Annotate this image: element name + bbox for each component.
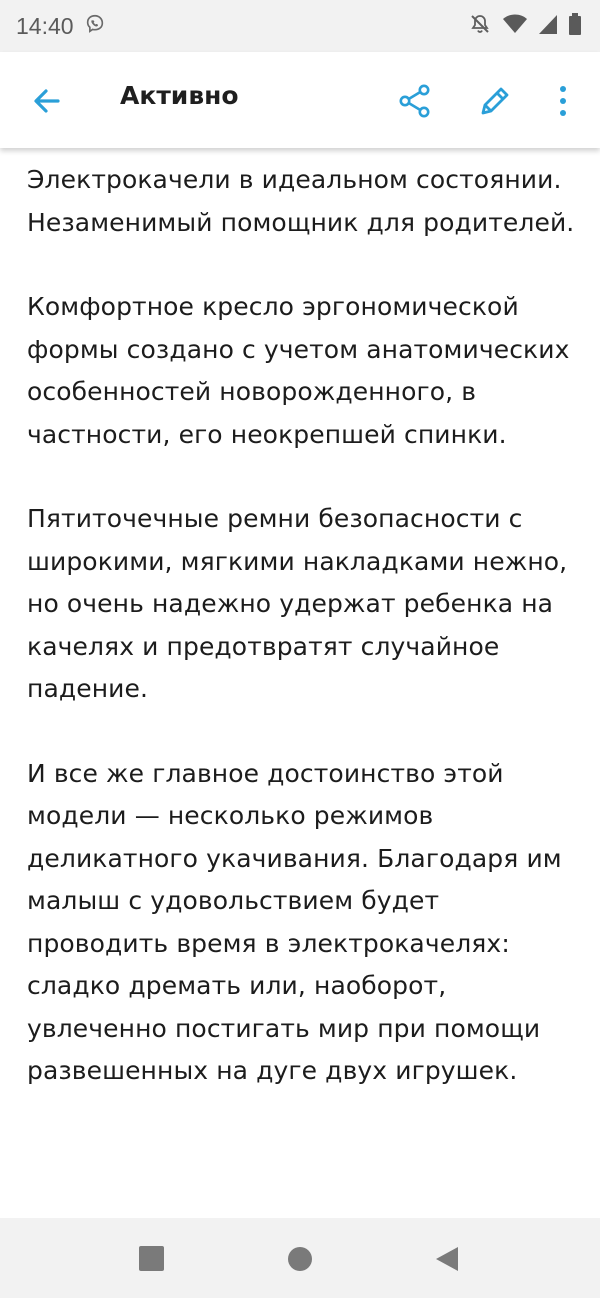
more-button[interactable] [545, 76, 581, 126]
description-paragraph: И все же главное достоинство этой модели… [27, 758, 562, 1086]
home-circle-icon[interactable] [288, 1247, 312, 1271]
status-time: 14:40 [16, 12, 74, 39]
edit-pencil-icon [481, 87, 509, 115]
notifications-off-icon [468, 12, 492, 40]
arrow-back-icon [34, 89, 60, 113]
app-bar: Активно [0, 52, 600, 148]
description-content: Электрокачели в идеальном состоянии. Нез… [0, 148, 600, 1218]
status-left: 14:40 [16, 13, 106, 40]
more-vertical-icon [560, 86, 566, 116]
page-title: Активно [120, 81, 239, 110]
viber-icon [84, 13, 106, 39]
back-triangle-icon[interactable] [434, 1245, 460, 1273]
status-bar: 14:40 [0, 0, 600, 52]
description-paragraph: Пятиточечные ремни безопасности с широки… [27, 504, 568, 703]
status-right [468, 12, 582, 40]
battery-icon [568, 12, 582, 40]
system-nav-bar [0, 1218, 600, 1298]
wifi-icon [502, 13, 528, 39]
recents-square-icon[interactable] [139, 1246, 164, 1271]
share-icon [399, 84, 430, 118]
back-button[interactable] [22, 76, 72, 126]
signal-icon [538, 13, 558, 39]
description-paragraph: Комфортное кресло эргономической формы с… [27, 292, 570, 449]
share-button[interactable] [390, 76, 440, 126]
edit-button[interactable] [470, 76, 520, 126]
screen: 14:40 Активно Электрокачели в идеальном … [0, 0, 600, 1298]
description-paragraph: Электрокачели в идеальном состоянии. Нез… [27, 165, 575, 237]
